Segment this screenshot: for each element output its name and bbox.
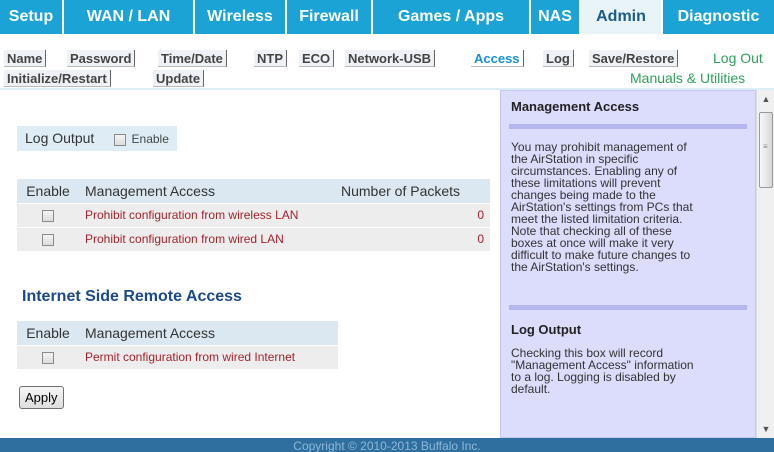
col-enable: Enable bbox=[17, 179, 79, 203]
help-log-output-title: Log Output bbox=[511, 322, 582, 337]
table-row: Permit configuration from wired Internet bbox=[17, 344, 338, 369]
tab-wireless[interactable]: Wireless bbox=[195, 0, 285, 34]
remote-access-table: Enable Management Access Permit configur… bbox=[17, 321, 338, 369]
subnav-log[interactable]: Log bbox=[543, 50, 574, 67]
tab-nas[interactable]: NAS bbox=[531, 0, 579, 34]
col-number-of-packets: Number of Packets bbox=[335, 179, 490, 203]
prohibit-wireless-checkbox[interactable] bbox=[42, 209, 54, 222]
table-row: Prohibit configuration from wireless LAN… bbox=[17, 202, 490, 227]
grip-icon: ≡ bbox=[763, 142, 768, 151]
table-header-row: Enable Management Access Number of Packe… bbox=[17, 179, 490, 203]
tab-setup[interactable]: Setup bbox=[0, 0, 62, 34]
prohibit-wired-checkbox[interactable] bbox=[42, 234, 54, 247]
help-line: the AirStation's settings. bbox=[511, 260, 639, 274]
help-line: default. bbox=[511, 382, 551, 396]
help-management-access-title: Management Access bbox=[511, 99, 640, 114]
permit-wired-internet-label: Permit configuration from wired Internet bbox=[79, 344, 338, 369]
subnav-ntp[interactable]: NTP bbox=[254, 50, 287, 67]
table-row: Prohibit configuration from wired LAN 0 bbox=[17, 226, 490, 251]
tab-wan-lan[interactable]: WAN / LAN bbox=[64, 0, 193, 34]
permit-wired-internet-checkbox[interactable] bbox=[42, 352, 54, 365]
prohibit-wired-packets: 0 bbox=[335, 226, 490, 251]
subnav-time-date[interactable]: Time/Date bbox=[158, 50, 227, 67]
tab-firewall[interactable]: Firewall bbox=[287, 0, 371, 34]
tab-diagnostic[interactable]: Diagnostic bbox=[663, 0, 774, 34]
prohibit-wired-label: Prohibit configuration from wired LAN bbox=[79, 226, 335, 251]
log-output-label: Log Output bbox=[25, 130, 95, 146]
top-nav: Setup WAN / LAN Wireless Firewall Games … bbox=[0, 0, 774, 34]
subnav-save-restore[interactable]: Save/Restore bbox=[589, 50, 679, 67]
footer-copyright: Copyright © 2010-2013 Buffalo Inc. bbox=[0, 438, 774, 452]
help-panel: Management Access You may prohibit manag… bbox=[498, 90, 774, 438]
help-divider bbox=[509, 305, 747, 310]
local-access-table: Enable Management Access Number of Packe… bbox=[17, 179, 490, 251]
subnav-update[interactable]: Update bbox=[153, 70, 205, 87]
scroll-down-arrow-icon[interactable]: ▼ bbox=[761, 424, 771, 434]
remote-col-enable: Enable bbox=[17, 321, 79, 345]
subnav-eco[interactable]: ECO bbox=[299, 50, 335, 67]
subnav-access[interactable]: Access bbox=[471, 50, 524, 67]
tab-admin[interactable]: Admin bbox=[581, 0, 661, 34]
remote-col-management-access: Management Access bbox=[79, 321, 338, 345]
logout-link[interactable]: Log Out bbox=[710, 50, 766, 67]
help-divider bbox=[509, 124, 747, 129]
col-management-access: Management Access bbox=[79, 179, 335, 203]
subnav-password[interactable]: Password bbox=[67, 50, 136, 67]
prohibit-wireless-label: Prohibit configuration from wireless LAN bbox=[79, 202, 335, 227]
table-header-row: Enable Management Access bbox=[17, 321, 338, 345]
help-content[interactable]: Management Access You may prohibit manag… bbox=[500, 90, 756, 438]
scrollbar-thumb[interactable]: ≡ bbox=[759, 112, 773, 188]
prohibit-wireless-packets: 0 bbox=[335, 202, 490, 227]
subnav-name[interactable]: Name bbox=[4, 50, 47, 67]
main-content: Log Output Enable Enable Management Acce… bbox=[0, 90, 498, 438]
apply-button[interactable]: Apply bbox=[19, 386, 64, 409]
manuals-utilities-link[interactable]: Manuals & Utilities bbox=[627, 70, 749, 87]
log-output-enable-checkbox[interactable] bbox=[113, 133, 126, 146]
log-output-enable-label: Enable bbox=[131, 132, 169, 147]
log-output-box: Log Output Enable bbox=[17, 126, 177, 151]
sub-nav: Name Password Time/Date NTP ECO Network-… bbox=[0, 34, 774, 90]
remote-access-title: Internet Side Remote Access bbox=[22, 288, 242, 305]
subnav-initialize-restart[interactable]: Initialize/Restart bbox=[4, 70, 111, 87]
scroll-up-arrow-icon[interactable]: ▲ bbox=[761, 94, 771, 104]
tab-games-apps[interactable]: Games / Apps bbox=[373, 0, 529, 34]
help-scrollbar[interactable]: ▲ ≡ ▼ bbox=[756, 90, 774, 438]
subnav-network-usb[interactable]: Network-USB bbox=[345, 50, 436, 67]
